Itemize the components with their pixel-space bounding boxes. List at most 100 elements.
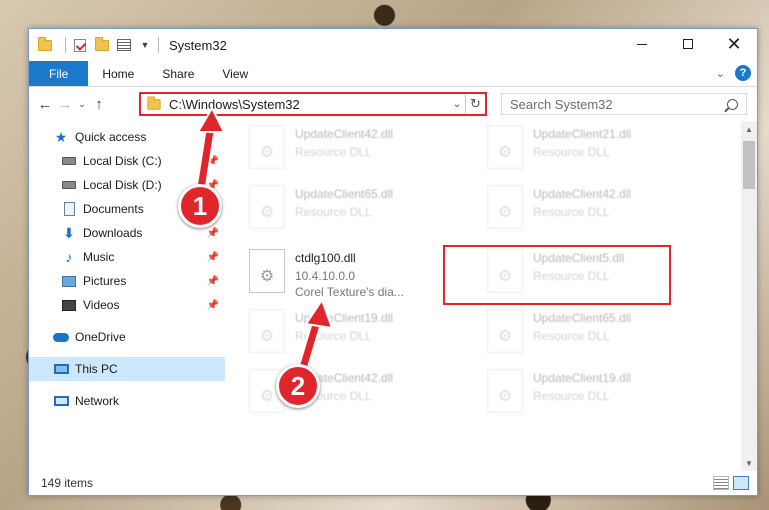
file-name: UpdateClient65.dll: [533, 311, 632, 325]
file-item[interactable]: ⚙ UpdateClient65.dll Resource DLL: [249, 185, 479, 235]
scroll-thumb[interactable]: [743, 141, 755, 189]
ribbon-tabs: File Home Share View ⌄ ?: [29, 61, 757, 87]
window-controls: ✕: [619, 29, 757, 59]
tab-view[interactable]: View: [208, 61, 262, 86]
folder-icon[interactable]: [37, 36, 53, 53]
scroll-down-icon[interactable]: ▼: [741, 455, 757, 471]
tab-share[interactable]: Share: [148, 61, 208, 86]
file-item[interactable]: ⚙ UpdateClient21.dll Resource DLL: [487, 125, 717, 175]
pin-icon: 📌: [206, 275, 219, 287]
this-pc-icon: [53, 361, 69, 377]
file-type: Resource DLL: [533, 145, 610, 159]
file-item[interactable]: ⚙ UpdateClient65.dll Resource DLL: [487, 309, 717, 359]
minimize-icon: [637, 43, 647, 45]
help-icon[interactable]: ?: [735, 65, 751, 81]
sidebar-item-label: Videos: [83, 298, 120, 312]
sidebar-item-local-disk-c[interactable]: Local Disk (C:) 📌: [29, 149, 225, 173]
divider: [158, 37, 159, 53]
star-icon: ★: [54, 128, 68, 145]
file-type: Resource DLL: [295, 205, 372, 219]
up-button[interactable]: ↑: [89, 94, 109, 114]
properties-check-icon[interactable]: [72, 37, 88, 53]
navigation-pane: ★ Quick access Local Disk (C:) 📌 Local D…: [29, 121, 225, 471]
callout-badge-1: 1: [178, 184, 222, 228]
file-name: UpdateClient21.dll: [533, 127, 632, 141]
file-item[interactable]: ⚙ UpdateClient42.dll Resource DLL: [249, 125, 479, 175]
forward-button[interactable]: →: [55, 94, 75, 114]
file-type: Resource DLL: [533, 329, 610, 343]
window-title: System32: [169, 37, 227, 53]
pin-icon: 📌: [206, 155, 219, 167]
file-item[interactable]: ⚙ UpdateClient42.dll Resource DLL: [487, 185, 717, 235]
dll-file-icon: ⚙: [249, 125, 285, 169]
sidebar-item-network[interactable]: Network: [29, 389, 225, 413]
navigation-bar: ← → ⌄ ↑ C:\Windows\System32 ⌄ ↻: [29, 87, 757, 121]
documents-icon: [61, 201, 77, 217]
recent-locations-icon[interactable]: ⌄: [75, 94, 89, 114]
scroll-up-icon[interactable]: ▲: [741, 121, 757, 137]
ribbon-right-controls: ⌄ ?: [716, 65, 751, 81]
new-folder-icon[interactable]: [94, 36, 110, 53]
sidebar-item-music[interactable]: ♪ Music 📌: [29, 245, 225, 269]
sidebar-item-quick-access[interactable]: ★ Quick access: [29, 125, 225, 149]
search-box[interactable]: [501, 93, 747, 115]
address-dropdown-icon[interactable]: ⌄: [449, 99, 465, 110]
sidebar-item-label: Network: [75, 394, 120, 408]
sidebar-item-label: Pictures: [83, 274, 127, 288]
file-version: 10.4.10.0.0: [295, 269, 356, 283]
file-type: Resource DLL: [295, 145, 372, 159]
file-item[interactable]: ⚙ UpdateClient19.dll Resource DLL: [487, 369, 717, 419]
back-button[interactable]: ←: [35, 94, 55, 114]
sidebar-item-pictures[interactable]: Pictures 📌: [29, 269, 225, 293]
expand-ribbon-icon[interactable]: ⌄: [716, 67, 725, 80]
large-icons-view-icon[interactable]: [733, 476, 749, 490]
maximize-icon: [683, 39, 693, 49]
search-input[interactable]: [510, 96, 727, 112]
search-icon[interactable]: [727, 98, 738, 110]
details-view-icon[interactable]: [713, 476, 729, 490]
pin-icon: 📌: [206, 227, 219, 239]
file-type: Resource DLL: [533, 389, 610, 403]
customize-icon[interactable]: [116, 37, 132, 53]
file-item[interactable]: ⚙ UpdateClient5.dll Resource DLL: [487, 249, 717, 299]
vertical-scrollbar[interactable]: ▲ ▼: [741, 121, 757, 471]
explorer-window: ▼ System32 ✕ File Home Share View ⌄ ? ← …: [28, 28, 758, 496]
file-name: UpdateClient19.dll: [295, 311, 394, 325]
file-type: Resource DLL: [533, 269, 610, 283]
explorer-body: ★ Quick access Local Disk (C:) 📌 Local D…: [29, 121, 757, 471]
sidebar-item-onedrive[interactable]: OneDrive: [29, 325, 225, 349]
refresh-icon[interactable]: ↻: [465, 94, 485, 114]
address-path[interactable]: C:\Windows\System32: [167, 97, 449, 112]
close-icon: ✕: [726, 34, 742, 54]
dll-file-icon: ⚙: [487, 309, 523, 353]
file-item[interactable]: ⚙ UpdateClient19.dll Resource DLL: [249, 309, 479, 359]
minimize-button[interactable]: [619, 29, 665, 59]
quick-access-dropdown-icon[interactable]: ▼: [138, 35, 152, 55]
dll-file-icon: ⚙: [249, 185, 285, 229]
drive-icon: [61, 177, 77, 193]
file-description: Corel Texture's dia...: [295, 285, 404, 299]
sidebar-item-videos[interactable]: Videos 📌: [29, 293, 225, 317]
file-list: ⚙ UpdateClient42.dll Resource DLL ⚙ Updat…: [225, 121, 757, 471]
music-icon: ♪: [65, 249, 73, 265]
dll-file-icon: ⚙: [249, 309, 285, 353]
file-name: UpdateClient19.dll: [533, 371, 632, 385]
file-type: Resource DLL: [295, 329, 372, 343]
tab-home[interactable]: Home: [88, 61, 148, 86]
sidebar-item-this-pc[interactable]: This PC: [29, 357, 225, 381]
pin-icon: 📌: [206, 251, 219, 263]
address-bar[interactable]: C:\Windows\System32 ⌄ ↻: [139, 92, 487, 116]
downloads-icon: ⬇: [63, 224, 75, 241]
file-name: UpdateClient65.dll: [295, 187, 394, 201]
dll-file-icon: ⚙: [487, 369, 523, 413]
close-button[interactable]: ✕: [711, 29, 757, 59]
file-name: ctdlg100.dll: [295, 251, 356, 265]
file-name: UpdateClient42.dll: [533, 187, 632, 201]
sidebar-item-label: Quick access: [75, 130, 147, 144]
file-name: UpdateClient42.dll: [295, 127, 394, 141]
view-buttons: [713, 476, 749, 490]
sidebar-item-label: Local Disk (D:): [83, 178, 162, 192]
dll-file-icon: ⚙: [487, 249, 523, 293]
maximize-button[interactable]: [665, 29, 711, 59]
tab-file[interactable]: File: [29, 61, 89, 86]
